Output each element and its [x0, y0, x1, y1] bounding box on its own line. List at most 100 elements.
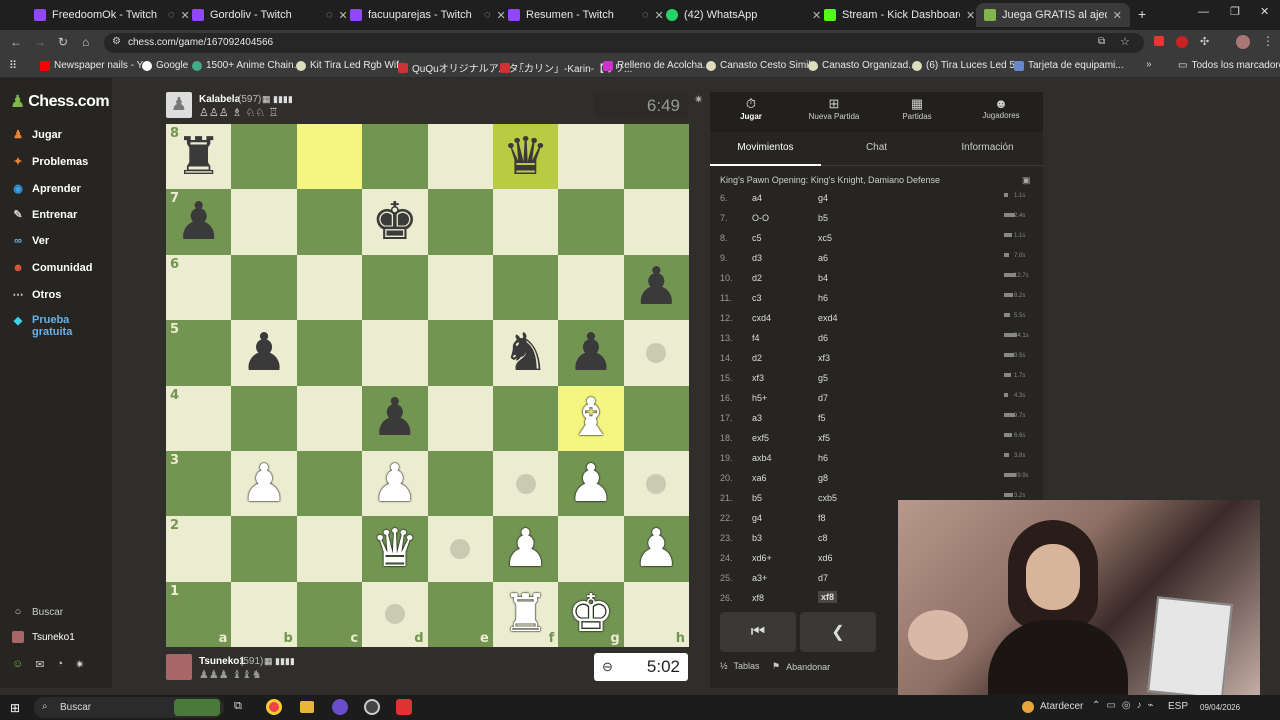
- square-h4[interactable]: [623, 385, 689, 451]
- square-g5[interactable]: ♟: [558, 320, 624, 386]
- sidebar-item-comunidad[interactable]: ☻ Comunidad: [12, 262, 92, 274]
- square-f3[interactable]: [492, 450, 559, 517]
- tab-informacion[interactable]: Información: [932, 136, 1043, 166]
- square-d8[interactable]: [362, 124, 428, 190]
- action-nueva-partida[interactable]: ⊞ Nueva Partida: [804, 96, 864, 121]
- sidebar-profile[interactable]: Tsuneko1: [12, 631, 75, 643]
- bookmark[interactable]: Relleno de Acolcha...: [603, 60, 711, 71]
- white-pawn-icon[interactable]: ♟: [241, 458, 288, 510]
- close-icon[interactable]: ✕: [966, 9, 975, 22]
- action-jugadores[interactable]: ☻ Jugadores: [970, 96, 1032, 120]
- square-h1[interactable]: h: [623, 581, 689, 647]
- square-b1[interactable]: b: [231, 581, 297, 647]
- extensions-puzzle-icon[interactable]: ✣: [1200, 35, 1209, 48]
- square-f2[interactable]: ♟: [492, 516, 559, 582]
- square-f6[interactable]: [492, 254, 559, 321]
- legal-move-dot[interactable]: [450, 538, 471, 559]
- square-f8[interactable]: ♛: [492, 124, 559, 190]
- apps-grid-icon[interactable]: ⠿: [9, 59, 17, 72]
- bookmark[interactable]: (6) Tira Luces Led 5...: [912, 60, 1023, 71]
- black-move[interactable]: d7: [818, 573, 828, 583]
- square-d5[interactable]: [362, 320, 428, 386]
- square-c8[interactable]: [296, 124, 363, 190]
- white-bishop-icon[interactable]: ♝: [568, 392, 615, 444]
- avatar[interactable]: [166, 654, 192, 680]
- taskbar-search[interactable]: ⌕ Buscar: [34, 697, 224, 718]
- white-move[interactable]: d2: [752, 273, 762, 283]
- move-row[interactable]: 8. c5 xc5 1.1s: [710, 228, 1030, 248]
- mute-icon[interactable]: ◌: [168, 9, 175, 21]
- white-move[interactable]: a3+: [752, 573, 767, 583]
- black-move[interactable]: b5: [818, 213, 828, 223]
- mute-icon[interactable]: ◌: [642, 9, 649, 21]
- square-c3[interactable]: [296, 450, 363, 517]
- black-move[interactable]: g5: [818, 373, 828, 383]
- move-row[interactable]: 20. xa6 g8 49.9s: [710, 468, 1030, 488]
- square-e7[interactable]: [427, 189, 493, 255]
- action-partidas[interactable]: ▦ Partidas: [886, 96, 948, 121]
- move-row[interactable]: 17. a3 f5 9.7s: [710, 408, 1030, 428]
- white-move[interactable]: d3: [752, 253, 762, 263]
- square-h8[interactable]: [623, 124, 689, 190]
- new-tab-button[interactable]: +: [1138, 6, 1146, 22]
- square-f7[interactable]: [492, 189, 559, 255]
- square-g4[interactable]: ♝: [558, 385, 624, 451]
- square-c7[interactable]: [296, 189, 363, 255]
- bookmark[interactable]: Canasto Organizad...: [808, 60, 917, 71]
- sidebar-item-ver[interactable]: ∞ Ver: [12, 235, 49, 247]
- back-icon[interactable]: ←: [10, 35, 22, 49]
- square-d6[interactable]: [362, 254, 428, 321]
- menu-kebab-icon[interactable]: ⋮: [1262, 34, 1274, 48]
- black-pawn-icon[interactable]: ♟: [175, 196, 222, 248]
- action-jugar[interactable]: ⏱ Jugar: [720, 96, 782, 121]
- tab-kick[interactable]: Stream - Kick Dashboard ✕: [816, 3, 983, 27]
- white-move[interactable]: xf3: [752, 373, 764, 383]
- white-move[interactable]: h5+: [752, 393, 767, 403]
- more-bookmarks-icon[interactable]: »: [1146, 59, 1152, 70]
- move-row[interactable]: 18. exf5 xf5 6.6s: [710, 428, 1030, 448]
- square-a5[interactable]: 5: [166, 320, 232, 386]
- copy-icon[interactable]: ▣: [1022, 175, 1031, 186]
- tab-chess[interactable]: Juega GRATIS al ajedrez online✕: [976, 3, 1130, 27]
- windows-start-icon[interactable]: ⊞: [10, 701, 20, 715]
- square-e1[interactable]: e: [427, 581, 493, 647]
- move-row[interactable]: 15. xf3 g5 1.7s: [710, 368, 1030, 388]
- black-move[interactable]: g8: [818, 473, 828, 483]
- folder-icon[interactable]: [300, 701, 314, 713]
- square-f4[interactable]: [492, 385, 559, 451]
- black-pawn-icon[interactable]: ♟: [372, 392, 419, 444]
- square-g1[interactable]: g ♚: [558, 581, 624, 647]
- black-move[interactable]: h6: [818, 453, 828, 463]
- chrome-icon[interactable]: [266, 699, 282, 715]
- white-king-icon[interactable]: ♚: [568, 588, 615, 640]
- white-move[interactable]: g4: [752, 513, 762, 523]
- black-move[interactable]: f5: [818, 413, 826, 423]
- profile-avatar[interactable]: [1236, 35, 1250, 49]
- square-c4[interactable]: [296, 385, 363, 451]
- square-e6[interactable]: [427, 254, 493, 321]
- square-e5[interactable]: [427, 320, 493, 386]
- white-pawn-icon[interactable]: ♟: [633, 523, 680, 575]
- install-icon[interactable]: ⧉: [1098, 36, 1105, 47]
- square-b6[interactable]: [231, 254, 297, 321]
- legal-move-dot[interactable]: [515, 473, 536, 494]
- square-g7[interactable]: [558, 189, 624, 255]
- move-row[interactable]: 9. d3 a6 7.0s: [710, 248, 1030, 268]
- square-b8[interactable]: [231, 124, 297, 190]
- black-move[interactable]: xd6: [818, 553, 833, 563]
- white-pawn-icon[interactable]: ♟: [568, 458, 615, 510]
- reload-icon[interactable]: ↻: [58, 35, 68, 49]
- white-move[interactable]: cxd4: [752, 313, 771, 323]
- extension-icon[interactable]: [1176, 36, 1188, 48]
- forward-icon[interactable]: →: [34, 35, 46, 49]
- black-pawn-icon[interactable]: ♟: [633, 261, 680, 313]
- prev-move-button[interactable]: ❮: [800, 612, 876, 652]
- move-row[interactable]: 6. a4 g4 1.1s: [710, 188, 1030, 208]
- black-king-icon[interactable]: ♚: [372, 196, 419, 248]
- black-queen-icon[interactable]: ♛: [502, 131, 549, 183]
- legal-move-dot[interactable]: [646, 473, 667, 494]
- square-c1[interactable]: c: [296, 581, 363, 647]
- friends-icon[interactable]: ☺: [12, 658, 23, 671]
- chess-board[interactable]: 8 ♜ ♛ 7 ♟ ♚ 6 ♟ 5 ♟ ♞ ♟ 4 ♟ ♝ 3 ♟ ♟ ♟ 2 ♛ ♟ ♟ 1 a b c d e f ♜ g ♚ h: [166, 124, 689, 647]
- move-row[interactable]: 10. d2 b4 12.7s: [710, 268, 1030, 288]
